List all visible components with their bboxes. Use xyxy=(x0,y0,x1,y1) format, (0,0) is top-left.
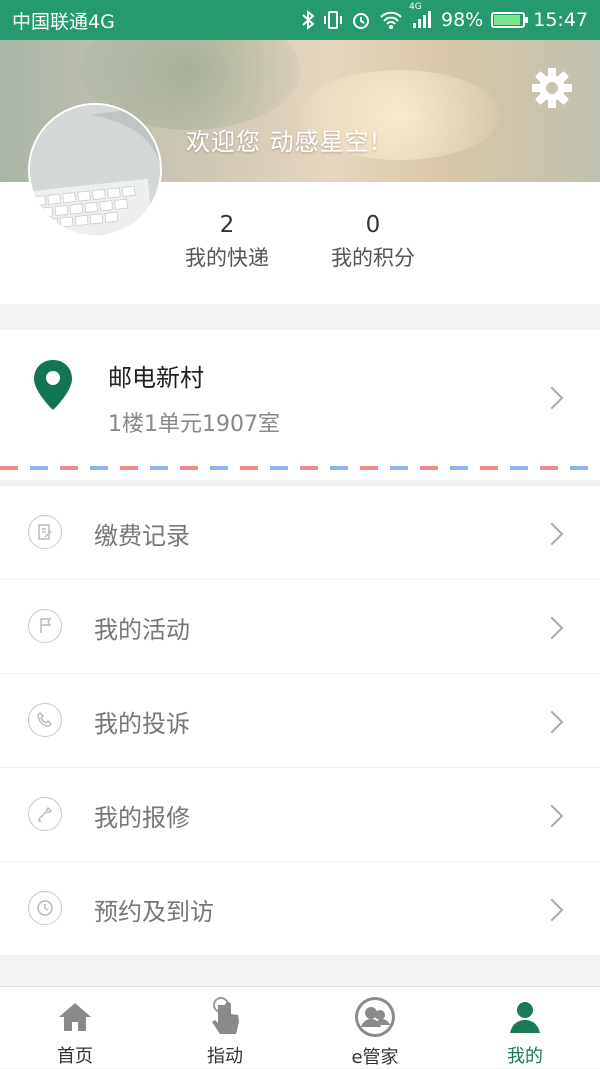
repair-icon xyxy=(28,797,62,831)
tab-label: 首页 xyxy=(57,1046,93,1067)
gear-icon[interactable] xyxy=(528,64,576,112)
butler-icon xyxy=(353,995,397,1039)
bluetooth-icon xyxy=(301,10,315,30)
menu-list: 缴费记录 我的活动 我的投诉 我的报修 预约及到访 xyxy=(0,486,600,956)
tab-label: 指动 xyxy=(207,1046,243,1067)
wifi-icon xyxy=(379,10,403,30)
touch-icon xyxy=(203,995,247,1038)
status-bar: 中国联通4G 4G 98% 15:47 xyxy=(0,0,600,40)
stat-express[interactable]: 2 我的快递 xyxy=(162,212,292,272)
menu-label: 我的活动 xyxy=(94,616,190,644)
menu-item-appointment[interactable]: 预约及到访 xyxy=(0,862,600,956)
vibrate-icon xyxy=(323,10,343,30)
menu-label: 预约及到访 xyxy=(94,898,214,926)
airmail-divider xyxy=(0,466,600,470)
points-count: 0 xyxy=(365,212,381,238)
battery-icon xyxy=(491,12,529,28)
tab-label: 我的 xyxy=(507,1046,543,1067)
clock: 15:47 xyxy=(533,9,588,31)
network-tag: 4G xyxy=(409,2,422,12)
tab-bar: 首页 指动 e管家 我的 xyxy=(0,986,600,1068)
person-icon xyxy=(503,995,547,1038)
carrier-label: 中国联通4G xyxy=(12,10,115,33)
stat-points[interactable]: 0 我的积分 xyxy=(308,212,438,272)
clock-icon xyxy=(28,891,62,925)
chevron-right-icon xyxy=(540,710,564,734)
menu-item-my-activity[interactable]: 我的活动 xyxy=(0,580,600,674)
menu-label: 缴费记录 xyxy=(94,522,190,550)
tab-label: e管家 xyxy=(351,1047,399,1068)
tab-home[interactable]: 首页 xyxy=(0,987,150,1068)
status-icons: 4G 98% 15:47 xyxy=(301,2,588,31)
location-pin-icon xyxy=(34,360,72,414)
phone-icon xyxy=(28,703,62,737)
points-label: 我的积分 xyxy=(331,246,415,270)
address-title: 邮电新村 xyxy=(108,364,204,392)
avatar[interactable] xyxy=(28,103,162,237)
chevron-right-icon xyxy=(540,804,564,828)
menu-item-my-repair[interactable]: 我的报修 xyxy=(0,768,600,862)
welcome-text: 欢迎您 动感星空! xyxy=(186,128,381,156)
menu-label: 我的投诉 xyxy=(94,710,190,738)
chevron-right-icon xyxy=(540,616,564,640)
express-label: 我的快递 xyxy=(185,246,269,270)
tab-butler[interactable]: e管家 xyxy=(300,987,450,1068)
express-count: 2 xyxy=(219,212,235,238)
chevron-right-icon xyxy=(540,522,564,546)
tab-touch[interactable]: 指动 xyxy=(150,987,300,1068)
battery-fill xyxy=(494,15,520,25)
chevron-right-icon xyxy=(540,898,564,922)
chevron-right-icon xyxy=(540,386,564,410)
payment-record-icon xyxy=(28,515,62,549)
menu-item-my-complaint[interactable]: 我的投诉 xyxy=(0,674,600,768)
battery-percent: 98% xyxy=(441,9,484,31)
menu-label: 我的报修 xyxy=(94,804,190,832)
home-icon xyxy=(53,995,97,1038)
tab-mine[interactable]: 我的 xyxy=(450,987,600,1068)
alarm-icon xyxy=(351,10,371,30)
menu-item-payment-record[interactable]: 缴费记录 xyxy=(0,486,600,580)
address-detail: 1楼1单元1907室 xyxy=(108,412,280,437)
signal-icon: 4G xyxy=(409,2,433,30)
address-card[interactable]: 邮电新村 1楼1单元1907室 xyxy=(0,330,600,480)
flag-icon xyxy=(28,609,62,643)
